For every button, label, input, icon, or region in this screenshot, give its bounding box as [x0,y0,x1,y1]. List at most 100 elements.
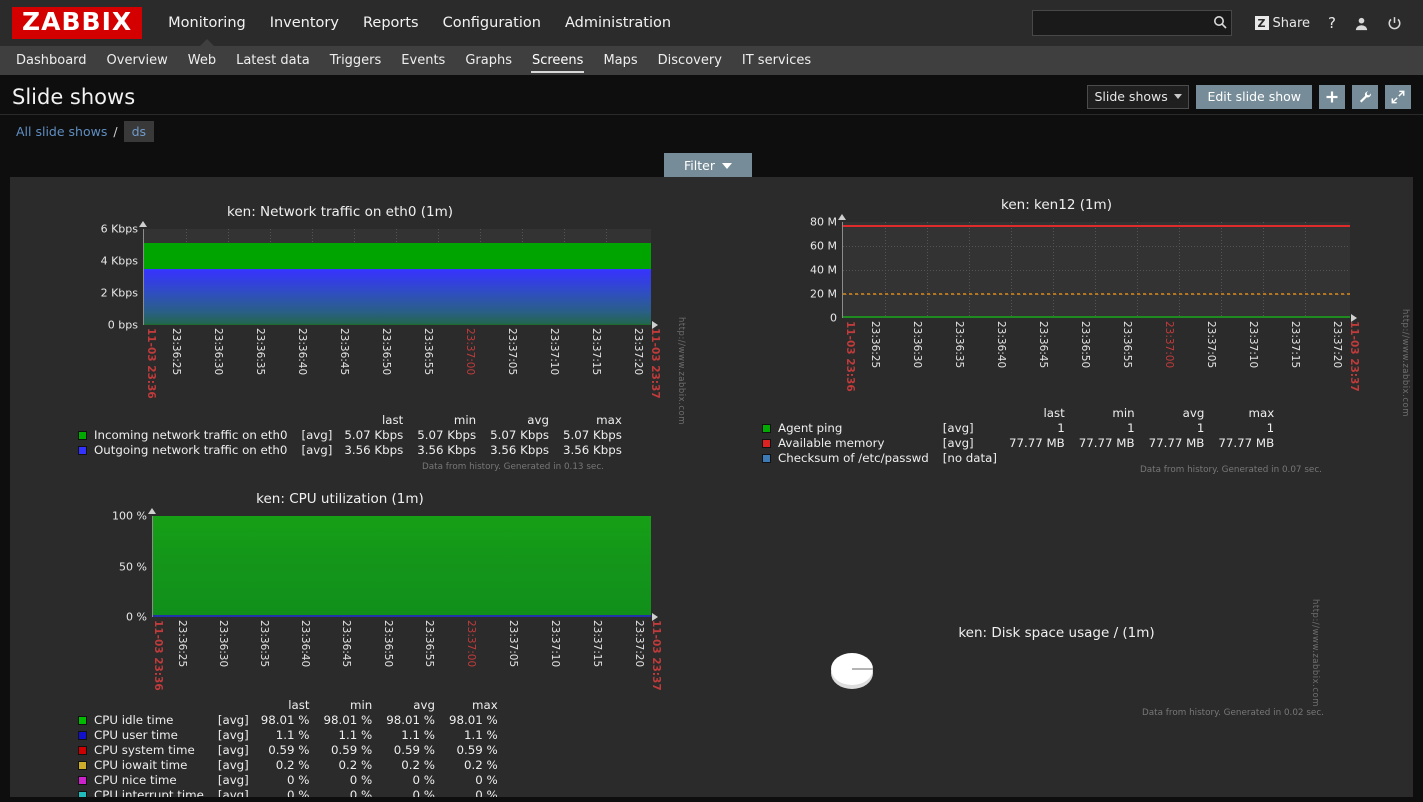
legend-series-agg: [avg] [217,788,249,797]
graph-title-cpu-utilization: ken: CPU utilization (1m) [256,491,424,507]
legend-series-max: 0 % [475,773,498,787]
user-icon[interactable] [1345,16,1378,31]
x-tick: 23:36:25 [170,328,182,376]
graph-panel-network-traffic[interactable]: ken: Network traffic on eth0 (1m) 0 bps … [10,177,700,477]
share-button[interactable]: Z Share [1246,16,1320,31]
subnav-item-overview[interactable]: Overview [97,46,178,75]
x-tick: 23:37:00 [465,620,477,668]
x-tick: 23:36:45 [338,328,350,376]
legend-color-swatch [78,746,87,755]
legend-series-min: 0.59 % [331,743,373,757]
breadcrumb-current[interactable]: ds [123,120,155,142]
legend-header-last: last [381,413,404,427]
series-line-available-memory [843,225,1350,227]
slide-shows-select-value: Slide shows [1094,89,1168,104]
subnav-item-events[interactable]: Events [391,46,455,75]
subnav-item-triggers[interactable]: Triggers [320,46,392,75]
x-tick: 23:36:25 [869,321,881,369]
graph-title-network-traffic: ken: Network traffic on eth0 (1m) [227,204,453,220]
graph-title-ken12: ken: ken12 (1m) [1001,197,1112,213]
x-tick: 11-03 23:36 [844,321,856,392]
zabbix-logo[interactable]: ZABBIX [12,7,143,39]
legend-series-avg: 5.07 Kbps [490,428,549,442]
top-navigation-bar: ZABBIX Monitoring Inventory Reports Conf… [0,0,1423,46]
subnav-item-web[interactable]: Web [178,46,226,75]
legend-series-last: 98.01 % [260,713,310,727]
x-tick: 23:36:30 [212,328,224,376]
legend-header-min: min [1112,406,1135,420]
wrench-icon [1359,90,1371,103]
legend-series-min: 1.1 % [338,728,373,742]
graph-footnote-network-traffic: Data from history. Generated in 0.13 sec… [422,462,604,472]
subnav-item-dashboard[interactable]: Dashboard [6,46,97,75]
main-menu-item-administration[interactable]: Administration [553,0,683,46]
legend-series-min: 3.56 Kbps [417,443,477,457]
x-tick: 23:37:10 [548,328,560,376]
y-tick-0: 0 [830,311,837,325]
legend-color-swatch [78,761,87,770]
add-button[interactable] [1319,84,1345,109]
legend-header-min: min [453,413,477,427]
zabbix-watermark: http://www.zabbix.com [1310,599,1320,708]
search-box[interactable] [1031,10,1232,36]
legend-series-avg: 0.2 % [401,758,435,772]
subnav-item-screens[interactable]: Screens [522,46,593,75]
main-menu-item-monitoring[interactable]: Monitoring [156,0,258,46]
grid-line [969,222,970,318]
breadcrumb-all-slide-shows[interactable]: All slide shows [16,124,107,139]
search-input[interactable] [1040,16,1213,30]
legend-color-swatch [762,439,771,448]
sub-navigation-bar: Dashboard Overview Web Latest data Trigg… [0,46,1423,75]
graph-panel-disk-space-usage[interactable]: ken: Disk space usage / (1m) http://www.… [700,477,1413,797]
x-tick: 11-03 23:37 [650,620,662,691]
help-icon[interactable]: ? [1319,14,1345,32]
expand-icon [1391,90,1405,103]
fullscreen-button[interactable] [1385,84,1411,109]
power-icon[interactable] [1378,16,1411,31]
search-icon[interactable] [1213,14,1227,33]
legend-header-min: min [349,698,373,712]
subnav-item-latest-data[interactable]: Latest data [226,46,320,75]
graph-panel-ken12[interactable]: ken: ken12 (1m) 0 20 M 40 M 60 M 80 M 11… [700,177,1413,477]
slide-shows-select[interactable]: Slide shows [1087,84,1190,109]
legend-series-min: 1 [1127,421,1135,435]
y-tick-1: 20 M [810,287,837,301]
page-title: Slide shows [12,84,136,109]
grid-line [885,222,886,318]
legend-row: CPU system time [avg] 0.59 % 0.59 % 0.59… [78,743,512,758]
x-tick: 23:36:35 [953,321,965,369]
x-tick: 11-03 23:37 [1348,321,1360,392]
subnav-item-graphs[interactable]: Graphs [455,46,522,75]
main-menu-item-inventory[interactable]: Inventory [258,0,351,46]
legend-series-min: 77.77 MB [1078,436,1135,450]
legend-series-max: 98.01 % [448,713,498,727]
graph-legend-cpu-utilization: last min avg max CPU idle time [avg] 98.… [78,698,512,797]
main-menu-item-reports[interactable]: Reports [351,0,431,46]
filter-toggle-button[interactable]: Filter [664,153,752,178]
legend-series-avg: 3.56 Kbps [490,443,549,457]
x-tick: 23:36:50 [382,620,394,668]
grid-line [1179,222,1180,318]
graph-panel-cpu-utilization[interactable]: ken: CPU utilization (1m) 0 % 50 % 100 %… [10,477,700,797]
main-menu-item-configuration[interactable]: Configuration [431,0,553,46]
x-tick: 11-03 23:37 [649,328,661,399]
x-tick: 23:37:00 [1163,321,1175,369]
subnav-item-maps[interactable]: Maps [593,46,647,75]
x-tick: 23:37:00 [464,328,476,376]
legend-series-avg: 1.1 % [401,728,435,742]
x-axis-ticks-cpu-utilization: 11-03 23:36 23:36:25 23:36:30 23:36:35 2… [152,620,662,691]
subnav-item-discovery[interactable]: Discovery [648,46,732,75]
plot-area-network-traffic: 0 bps 2 Kbps 4 Kbps 6 Kbps 11-03 23:36 2… [101,221,661,399]
x-tick: 11-03 23:36 [152,620,164,691]
subnav-item-it-services[interactable]: IT services [732,46,821,75]
legend-series-last: 1.1 % [275,728,310,742]
legend-series-max: 0.2 % [463,758,498,772]
x-tick: 23:36:45 [340,620,352,668]
main-menu: Monitoring Inventory Reports Configurati… [156,0,683,46]
x-tick: 23:36:55 [423,620,435,668]
x-tick: 23:36:55 [422,328,434,376]
configure-button[interactable] [1352,84,1378,109]
series-area-outgoing [144,269,651,324]
edit-slide-show-button[interactable]: Edit slide show [1196,84,1312,109]
x-tick: 23:36:50 [1079,321,1091,369]
